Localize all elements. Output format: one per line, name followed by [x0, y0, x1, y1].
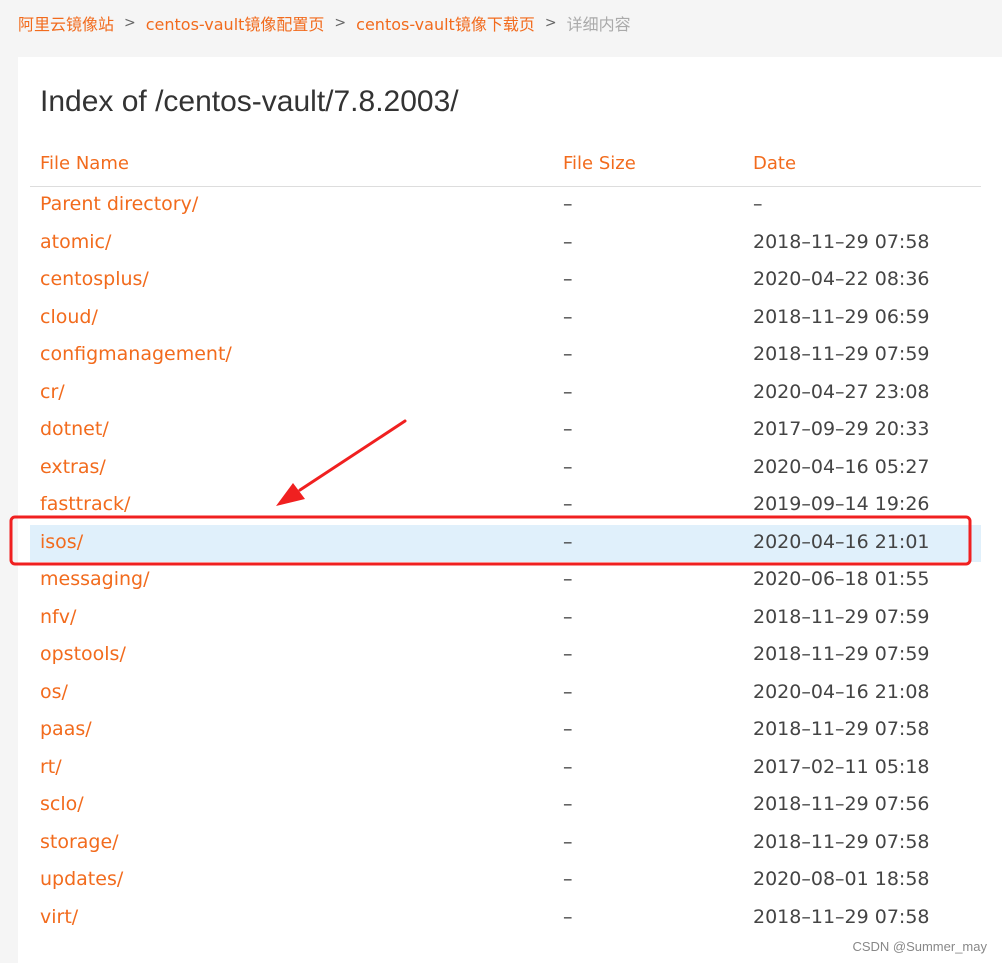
table-row[interactable]: messaging/ – 2020–06–18 01:55 — [30, 562, 981, 600]
file-size: – — [563, 680, 573, 703]
file-size: – — [563, 455, 573, 478]
file-size: – — [563, 643, 573, 665]
file-name-link[interactable]: sclo/ — [40, 793, 84, 815]
table-row[interactable]: Parent directory/ – – — [30, 187, 981, 225]
file-date: 2020–08–01 18:58 — [753, 868, 930, 890]
file-name-link[interactable]: opstools/ — [40, 643, 126, 665]
page-title: Index of /centos-vault/7.8.2003/ — [40, 85, 459, 118]
table-row[interactable]: paas/ – 2018–11–29 07:58 — [30, 712, 981, 750]
file-date: 2020–06–18 01:55 — [753, 568, 930, 590]
file-size: – — [563, 493, 573, 515]
file-name-link[interactable]: configmanagement/ — [40, 343, 232, 365]
file-name-link[interactable]: isos/ — [40, 531, 83, 553]
table-row[interactable]: atomic/ – 2018–11–29 07:58 — [30, 225, 981, 263]
table-row[interactable]: storage/ – 2018–11–29 07:58 — [30, 825, 981, 863]
breadcrumb-separator: > — [124, 15, 136, 31]
table-row[interactable]: nfv/ – 2018–11–29 07:59 — [30, 600, 981, 638]
breadcrumb-link-config-page[interactable]: centos-vault镜像配置页 — [146, 11, 325, 35]
file-date: 2018–11–29 07:59 — [753, 605, 930, 628]
file-date: – — [753, 193, 763, 215]
file-size: – — [563, 305, 573, 328]
table-row[interactable]: updates/ – 2020–08–01 18:58 — [30, 862, 981, 900]
file-size: – — [563, 755, 573, 778]
table-row[interactable]: virt/ – 2018–11–29 07:58 — [30, 900, 981, 938]
file-size: – — [563, 343, 573, 365]
file-name-link[interactable]: rt/ — [40, 756, 62, 778]
table-row[interactable]: cloud/ – 2018–11–29 06:59 — [30, 300, 981, 338]
table-row[interactable]: isos/ – 2020–04–16 21:01 — [30, 524, 981, 562]
file-date: 2020–04–27 23:08 — [753, 380, 930, 403]
directory-panel: Index of /centos-vault/7.8.2003/ File Na… — [18, 57, 1002, 963]
file-size: – — [563, 418, 573, 440]
watermark: CSDN @Summer_may — [852, 939, 987, 954]
file-size: – — [563, 718, 573, 740]
file-date: 2018–11–29 07:58 — [753, 230, 930, 253]
file-size: – — [563, 230, 573, 253]
file-name-link[interactable]: paas/ — [40, 718, 92, 740]
file-name-link[interactable]: extras/ — [40, 456, 106, 478]
breadcrumb-separator: > — [544, 15, 557, 31]
table-row[interactable]: configmanagement/ – 2018–11–29 07:59 — [30, 337, 981, 375]
file-name-link[interactable]: virt/ — [40, 906, 78, 928]
file-name-link[interactable]: centosplus/ — [40, 268, 149, 290]
file-size: – — [563, 193, 573, 215]
file-date: 2018–11–29 07:58 — [753, 830, 930, 853]
table-row[interactable]: opstools/ – 2018–11–29 07:59 — [30, 637, 981, 675]
file-date: 2019–09–14 19:26 — [753, 493, 930, 515]
file-name-link[interactable]: dotnet/ — [40, 418, 109, 440]
file-size: – — [563, 530, 573, 553]
table-row[interactable]: extras/ – 2020–04–16 05:27 — [30, 450, 981, 488]
file-date: 2020–04–16 05:27 — [753, 455, 930, 478]
file-size: – — [563, 793, 573, 815]
table-row[interactable]: rt/ – 2017–02–11 05:18 — [30, 750, 981, 788]
breadcrumb: 阿里云镜像站 > centos-vault镜像配置页 > centos-vaul… — [18, 11, 631, 35]
file-size: – — [563, 868, 573, 890]
file-date: 2018–11–29 07:59 — [753, 643, 930, 665]
breadcrumb-current: 详细内容 — [566, 15, 631, 34]
breadcrumb-link-aliyun-mirror[interactable]: 阿里云镜像站 — [18, 11, 114, 35]
file-date: 2018–11–29 06:59 — [753, 305, 930, 328]
file-table: File Name File Size Date Parent director… — [30, 144, 981, 937]
file-date: 2017–02–11 05:18 — [753, 755, 930, 778]
file-date: 2017–09–29 20:33 — [753, 418, 930, 440]
table-row[interactable]: fasttrack/ – 2019–09–14 19:26 — [30, 487, 981, 525]
table-row[interactable]: os/ – 2020–04–16 21:08 — [30, 675, 981, 713]
table-row[interactable]: sclo/ – 2018–11–29 07:56 — [30, 787, 981, 825]
header-file-size: File Size — [563, 153, 636, 174]
table-row[interactable]: cr/ – 2020–04–27 23:08 — [30, 375, 981, 413]
table-header: File Name File Size Date — [30, 144, 981, 187]
header-date: Date — [753, 153, 797, 174]
file-size: – — [563, 568, 573, 590]
file-date: 2020–04–16 21:08 — [753, 680, 930, 703]
breadcrumb-link-download-page[interactable]: centos-vault镜像下载页 — [356, 11, 535, 35]
table-body: Parent directory/ – – atomic/ – 2018–11–29 07… — [30, 187, 981, 937]
file-size: – — [563, 905, 573, 928]
file-size: – — [563, 380, 573, 403]
file-date: 2018–11–29 07:59 — [753, 343, 930, 365]
file-name-link[interactable]: os/ — [40, 681, 68, 703]
file-name-link[interactable]: cloud/ — [40, 306, 98, 328]
file-name-link[interactable]: messaging/ — [40, 568, 149, 590]
file-size: – — [563, 268, 573, 290]
breadcrumb-separator: > — [334, 15, 347, 31]
table-row[interactable]: centosplus/ – 2020–04–22 08:36 — [30, 262, 981, 300]
file-name-link[interactable]: fasttrack/ — [40, 493, 130, 515]
file-name-link[interactable]: cr/ — [40, 381, 65, 403]
file-name-link[interactable]: atomic/ — [40, 231, 111, 253]
file-size: – — [563, 605, 573, 628]
table-row[interactable]: dotnet/ – 2017–09–29 20:33 — [30, 412, 981, 450]
file-size: – — [563, 830, 573, 853]
file-date: 2020–04–16 21:01 — [753, 530, 930, 553]
file-date: 2020–04–22 08:36 — [753, 268, 930, 290]
file-date: 2018–11–29 07:58 — [753, 905, 930, 928]
file-date: 2018–11–29 07:56 — [753, 793, 930, 815]
file-name-link[interactable]: updates/ — [40, 868, 123, 890]
file-name-link[interactable]: storage/ — [40, 831, 119, 853]
file-name-link[interactable]: nfv/ — [40, 606, 76, 628]
file-name-link[interactable]: Parent directory/ — [40, 193, 198, 215]
header-file-name: File Name — [40, 153, 129, 174]
file-date: 2018–11–29 07:58 — [753, 718, 930, 740]
